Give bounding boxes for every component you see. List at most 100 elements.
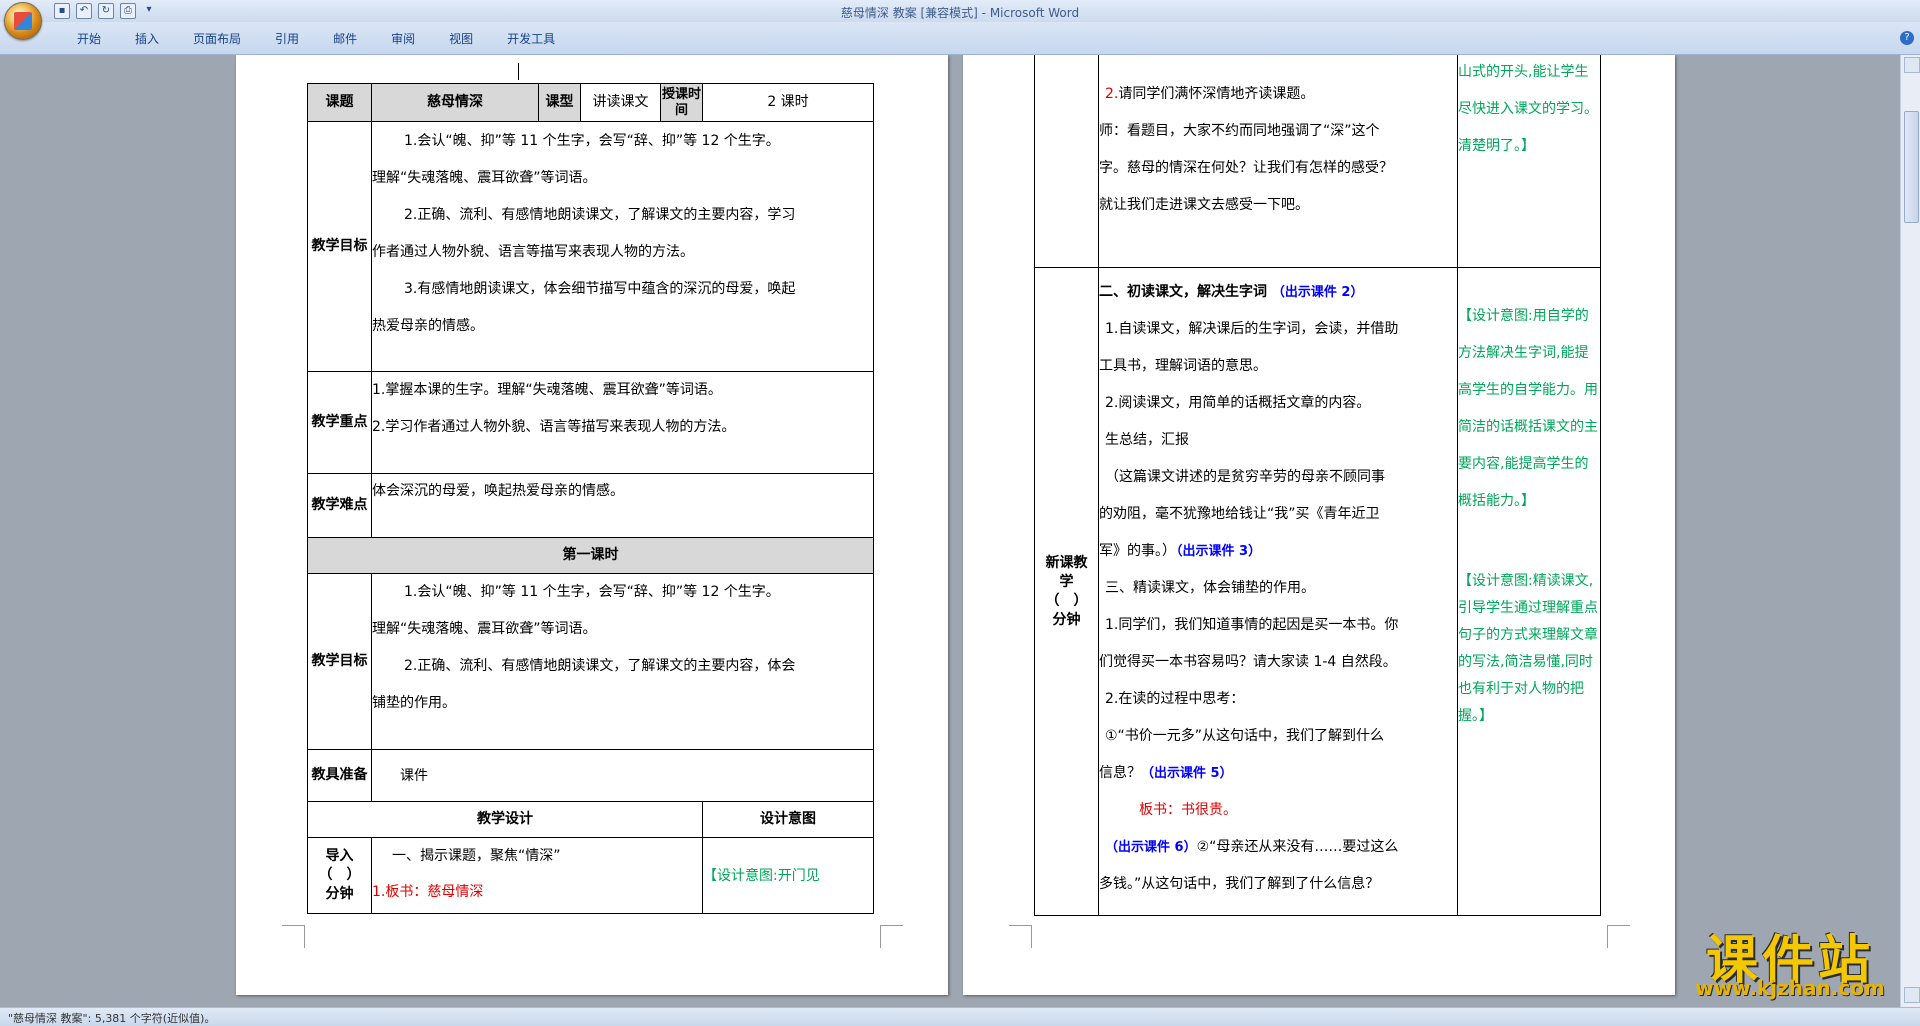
header-subject-value: 慈母情深 bbox=[371, 83, 539, 122]
top-label-cell bbox=[1034, 55, 1099, 268]
tab-references[interactable]: 引用 bbox=[258, 30, 316, 47]
text-cursor bbox=[518, 63, 519, 80]
watermark-url: www.kjzhan.com bbox=[1695, 976, 1885, 1000]
sec3-title: 三、精读课文，体会铺垫的作用。 bbox=[1105, 580, 1315, 596]
sec2-line: （这篇课文讲述的是贫穷辛劳的母亲不顾同事 bbox=[1105, 469, 1385, 485]
top-line: 请同学们满怀深情地齐读课题。 bbox=[1118, 86, 1315, 102]
top-content-cell: 2.请同学们满怀深情地齐读课题。 师：看题目，大家不约而同地强调了“深”这个 字… bbox=[1098, 55, 1458, 268]
intro-label: 导入（ ）分钟 bbox=[307, 837, 372, 914]
goal-line: 理解“失魂落魄、震耳欲聋”等词语。 bbox=[372, 170, 597, 186]
status-bar: "慈母情深 教案": 5,381 个字符(近似值)。 bbox=[0, 1007, 1920, 1026]
intent-header: 设计意图 bbox=[701, 801, 875, 838]
header-time-label: 授课时间 bbox=[660, 83, 703, 122]
lesson-one-header: 第一课时 bbox=[306, 537, 875, 574]
intro-intent: 【设计意图:开门见 bbox=[701, 837, 875, 914]
sec2-line: 的劝阻，毫不犹豫地给钱让“我”买《青年近卫 bbox=[1099, 506, 1380, 522]
top-line: 师：看题目，大家不约而同地强调了“深”这个 bbox=[1099, 123, 1380, 139]
key-line: 2.学习作者通过人物外貌、语言等描写来表现人物的方法。 bbox=[372, 419, 736, 435]
top-num: 2. bbox=[1105, 86, 1119, 102]
window-title: 慈母情深 教案 [兼容模式] - Microsoft Word bbox=[840, 6, 1080, 20]
intent2: 【设计意图:用自学的方法解决生字词,能提高学生的自学能力。用简洁的话概括课文的主… bbox=[1458, 308, 1598, 509]
key-line: 1.掌握本课的生字。理解“失魂落魄、震耳欲聋”等词语。 bbox=[372, 382, 722, 398]
header-time-value: 2 课时 bbox=[701, 83, 875, 122]
tab-review[interactable]: 审阅 bbox=[374, 30, 432, 47]
goals2-label: 教学目标 bbox=[307, 573, 372, 750]
goal2-line: 铺垫的作用。 bbox=[372, 695, 456, 711]
intro-board: 板书：慈母情深 bbox=[385, 884, 484, 900]
goal-line: 3.有感情地朗读课文，体会细节描写中蕴含的深沉的母爱，唤起 bbox=[404, 281, 796, 297]
goals2-cell: 1.会认“魄、抑”等 11 个生字，会写“辞、抑”等 12 个生字。 理解“失魂… bbox=[370, 573, 875, 750]
title-bar: ▪ ↶ ↻ ⎙ ▾ 慈母情深 教案 [兼容模式] - Microsoft Wor… bbox=[0, 0, 1920, 22]
top-line: 字。慈母的情深在何处？让我们有怎样的感受？ bbox=[1099, 160, 1393, 176]
office-logo-icon bbox=[14, 12, 32, 30]
goals-label: 教学目标 bbox=[307, 121, 372, 372]
header-subject-label: 课题 bbox=[307, 83, 372, 122]
scroll-up-icon[interactable] bbox=[1904, 57, 1920, 73]
tools-label: 教具准备 bbox=[307, 749, 372, 802]
sec2-line: 工具书，理解词语的意思。 bbox=[1099, 358, 1267, 374]
intro-cell: 一、揭示课题，聚焦“情深” 1.板书：慈母情深 bbox=[371, 837, 703, 914]
sec3-line: 2.在读的过程中思考： bbox=[1105, 691, 1245, 707]
tab-mailings[interactable]: 邮件 bbox=[316, 30, 374, 47]
sec3-tag5: （出示课件 5） bbox=[1141, 766, 1233, 781]
goal-line: 作者通过人物外貌、语言等描写来表现人物的方法。 bbox=[372, 244, 694, 260]
tab-view[interactable]: 视图 bbox=[432, 30, 490, 47]
office-button[interactable] bbox=[4, 2, 42, 40]
tab-page-layout[interactable]: 页面布局 bbox=[176, 30, 258, 47]
tab-developer[interactable]: 开发工具 bbox=[490, 30, 572, 47]
goal2-line: 理解“失魂落魄、震耳欲聋”等词语。 bbox=[372, 621, 597, 637]
vertical-scrollbar[interactable] bbox=[1900, 55, 1920, 1007]
sec2-line: 生总结，汇报 bbox=[1105, 432, 1189, 448]
key-points-cell: 1.掌握本课的生字。理解“失魂落魄、震耳欲聋”等词语。 2.学习作者通过人物外貌… bbox=[370, 371, 875, 474]
document-area[interactable]: 课题 慈母情深 课型 讲读课文 授课时间 2 课时 教学目标 1.会认“魄、抑”… bbox=[0, 55, 1900, 1007]
sec3-line: 们觉得买一本书容易吗？请大家读 1-4 自然段。 bbox=[1099, 654, 1397, 670]
top-line: 就让我们走进课文去感受一下吧。 bbox=[1099, 197, 1309, 213]
status-text: "慈母情深 教案": 5,381 个字符(近似值)。 bbox=[8, 1012, 216, 1025]
new-lesson-cell: 二、初读课文，解决生字词 （出示课件 2） 1.自读课文，解决课后的生字词，会读… bbox=[1098, 267, 1458, 916]
sec3-info: 信息？ bbox=[1099, 765, 1141, 781]
ribbon-tab-bar: 开始 插入 页面布局 引用 邮件 审阅 视图 开发工具 ? bbox=[0, 22, 1920, 55]
page-left[interactable]: 课题 慈母情深 课型 讲读课文 授课时间 2 课时 教学目标 1.会认“魄、抑”… bbox=[236, 55, 948, 995]
goals-cell: 1.会认“魄、抑”等 11 个生字，会写“辞、抑”等 12 个生字。 理解“失魂… bbox=[370, 121, 875, 372]
sec2-title: 二、初读课文，解决生字词 bbox=[1099, 284, 1267, 300]
design-header: 教学设计 bbox=[307, 801, 703, 838]
crop-mark bbox=[880, 925, 903, 948]
goal2-line: 2.正确、流利、有感情地朗读课文，了解课文的主要内容，体会 bbox=[404, 658, 796, 674]
goal2-line: 1.会认“魄、抑”等 11 个生字，会写“辞、抑”等 12 个生字。 bbox=[404, 584, 780, 600]
board-line: 板书：书很贵。 bbox=[1139, 802, 1237, 818]
sec3-q2: ②“母亲还从来没有……要过这么 bbox=[1196, 839, 1399, 855]
tools-text: 课件 bbox=[370, 749, 875, 802]
tab-insert[interactable]: 插入 bbox=[118, 30, 176, 47]
sec3-q2b: 多钱。”从这句话中，我们了解到了什么信息？ bbox=[1099, 876, 1380, 892]
sec2-tag2: （出示课件 3） bbox=[1176, 544, 1262, 559]
new-lesson-intent-cell: 【设计意图:用自学的方法解决生字词,能提高学生的自学能力。用简洁的话概括课文的主… bbox=[1457, 267, 1601, 916]
sec2-last: 军》的事。） bbox=[1099, 543, 1176, 559]
page-right[interactable]: 2.请同学们满怀深情地齐读课题。 师：看题目，大家不约而同地强调了“深”这个 字… bbox=[963, 55, 1675, 995]
tab-home[interactable]: 开始 bbox=[60, 30, 118, 47]
watermark-logo: 课件站 www.kjzhan.com bbox=[1672, 918, 1908, 1002]
crop-mark bbox=[282, 925, 305, 948]
lesson-plan-table-left: 课题 慈母情深 课型 讲读课文 授课时间 2 课时 教学目标 1.会认“魄、抑”… bbox=[306, 83, 875, 914]
sec3-line: 1.同学们，我们知道事情的起因是买一本书。你 bbox=[1105, 617, 1399, 633]
intro-title: 一、揭示课题，聚焦“情深” bbox=[392, 848, 561, 864]
difficulty-text: 体会深沉的母爱，唤起热爱母亲的情感。 bbox=[370, 473, 875, 538]
crop-mark bbox=[1009, 925, 1032, 948]
sec3-tag6: （出示课件 6） bbox=[1105, 840, 1197, 855]
lesson-plan-table-right: 2.请同学们满怀深情地齐读课题。 师：看题目，大家不约而同地强调了“深”这个 字… bbox=[1034, 55, 1601, 916]
sec2-line: 1.自读课文，解决课后的生字词，会读，并借助 bbox=[1105, 321, 1399, 337]
goal-line: 热爱母亲的情感。 bbox=[372, 318, 484, 334]
help-icon[interactable]: ? bbox=[1900, 31, 1914, 45]
key-points-label: 教学重点 bbox=[307, 371, 372, 474]
crop-mark bbox=[1607, 925, 1630, 948]
sec3-line: ①“书价一元多”从这句话中，我们了解到什么 bbox=[1105, 728, 1385, 744]
intent3: 【设计意图:精读课文,引导学生通过理解重点句子的方式来理解文章的写法,简洁易懂,… bbox=[1458, 573, 1598, 724]
goal-line: 1.会认“魄、抑”等 11 个生字，会写“辞、抑”等 12 个生字。 bbox=[404, 133, 780, 149]
header-type-label: 课型 bbox=[538, 83, 581, 122]
sec2-line: 2.阅读课文，用简单的话概括文章的内容。 bbox=[1105, 395, 1371, 411]
new-lesson-label: 新课教学（ ）分钟 bbox=[1034, 267, 1099, 916]
difficulty-label: 教学难点 bbox=[307, 473, 372, 538]
header-type-value: 讲读课文 bbox=[580, 83, 661, 122]
scroll-thumb[interactable] bbox=[1904, 111, 1919, 223]
goal-line: 2.正确、流利、有感情地朗读课文，了解课文的主要内容，学习 bbox=[404, 207, 796, 223]
top-intent: 山式的开头,能让学生尽快进入课文的学习。清楚明了。】 bbox=[1457, 55, 1601, 268]
